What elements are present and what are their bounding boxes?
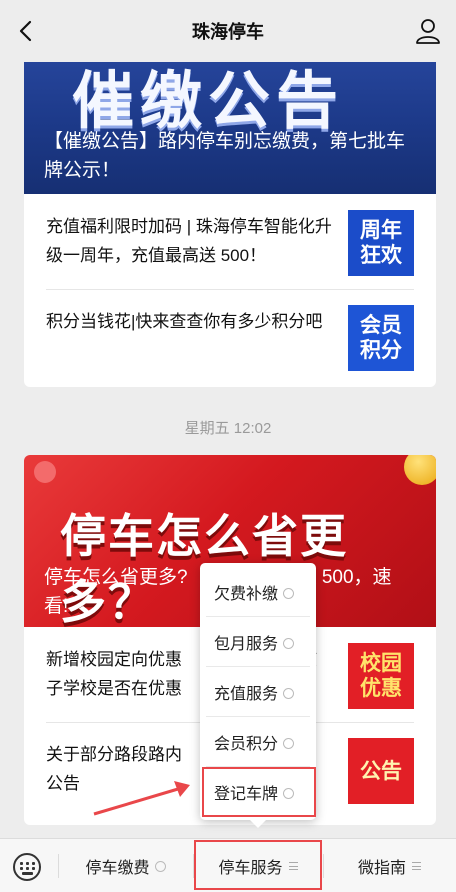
pointer-arrow-icon [93, 781, 190, 816]
list-item-thumbnail: 会员 积分 [348, 305, 414, 371]
title-part: 公告 [46, 774, 80, 793]
submenu-item-points[interactable]: 会员积分 [200, 717, 316, 767]
highlight-box [194, 840, 322, 890]
submenu-item-label: 包月服务 [214, 636, 279, 653]
tab-label: 停车缴费 [85, 859, 150, 877]
thumbnail-text: 周年 [360, 219, 402, 242]
coin-decoration [404, 455, 436, 485]
link-icon [283, 687, 295, 699]
back-icon[interactable] [12, 18, 38, 44]
list-item-title: 充值福利限时加码 | 珠海停车智能化升级一周年，充值最高送 500！ [46, 217, 332, 265]
banner-caption-left: 停车怎么省更多? [44, 567, 188, 588]
submenu-item-monthly[interactable]: 包月服务 [200, 617, 316, 667]
list-item-thumbnail: 公告 [348, 738, 414, 804]
tab-label: 微指南 [357, 859, 406, 877]
article-card: 催缴公告 【催缴公告】路内停车别忘缴费，第七批车牌公示！ 充值福利限时加码 | … [24, 30, 436, 387]
list-item[interactable]: 充值福利限时加码 | 珠海停车智能化升级一周年，充值最高送 500！ 周年 狂欢 [24, 194, 436, 289]
divider [58, 854, 59, 878]
link-icon [283, 587, 295, 599]
tab-parking-payment[interactable]: 停车缴费 [58, 839, 193, 892]
title-part: 子学校是否在优惠 [46, 679, 182, 698]
title-part: 新增校园定向优惠 [46, 650, 182, 669]
thumbnail-text: 会员 [360, 314, 402, 337]
divider [323, 854, 324, 878]
link-icon [283, 637, 295, 649]
submenu-item-label: 会员积分 [214, 736, 279, 753]
page-title: 珠海停车 [192, 22, 264, 42]
banner-caption: 【催缴公告】路内停车别忘缴费，第七批车牌公示！ [44, 131, 406, 181]
banner-caption-line2: 看! [44, 596, 69, 617]
thumbnail-text: 校园 [360, 652, 402, 675]
submenu-item-label: 欠费补缴 [214, 586, 279, 603]
submenu-icon [412, 861, 421, 870]
submenu-item-label: 充值服务 [214, 686, 279, 703]
top-nav-bar: 珠海停车 [0, 0, 456, 62]
title-part: 关于部分路段路内 [46, 745, 182, 764]
message-timestamp: 星期五 12:02 [184, 420, 272, 437]
list-item[interactable]: 积分当钱花|快来查查你有多少积分吧 会员 积分 [24, 289, 436, 384]
submenu-item-arrears[interactable]: 欠费补缴 [200, 567, 316, 617]
profile-icon[interactable] [414, 17, 442, 45]
thumbnail-text: 狂欢 [360, 244, 402, 267]
list-item-thumbnail: 周年 狂欢 [348, 210, 414, 276]
highlight-box [202, 767, 316, 817]
list-item-title: 积分当钱花|快来查查你有多少积分吧 [46, 312, 323, 331]
envelope-decoration [34, 461, 56, 483]
tab-guide[interactable]: 微指南 [323, 839, 456, 892]
thumbnail-text: 公告 [360, 759, 402, 783]
list-item-thumbnail: 校园 优惠 [348, 643, 414, 709]
thumbnail-text: 积分 [360, 339, 402, 362]
submenu-item-recharge[interactable]: 充值服务 [200, 667, 316, 717]
link-icon [283, 737, 295, 749]
keyboard-icon[interactable] [13, 853, 41, 881]
thumbnail-text: 优惠 [360, 677, 402, 700]
link-icon [154, 861, 166, 872]
divider [46, 289, 414, 290]
